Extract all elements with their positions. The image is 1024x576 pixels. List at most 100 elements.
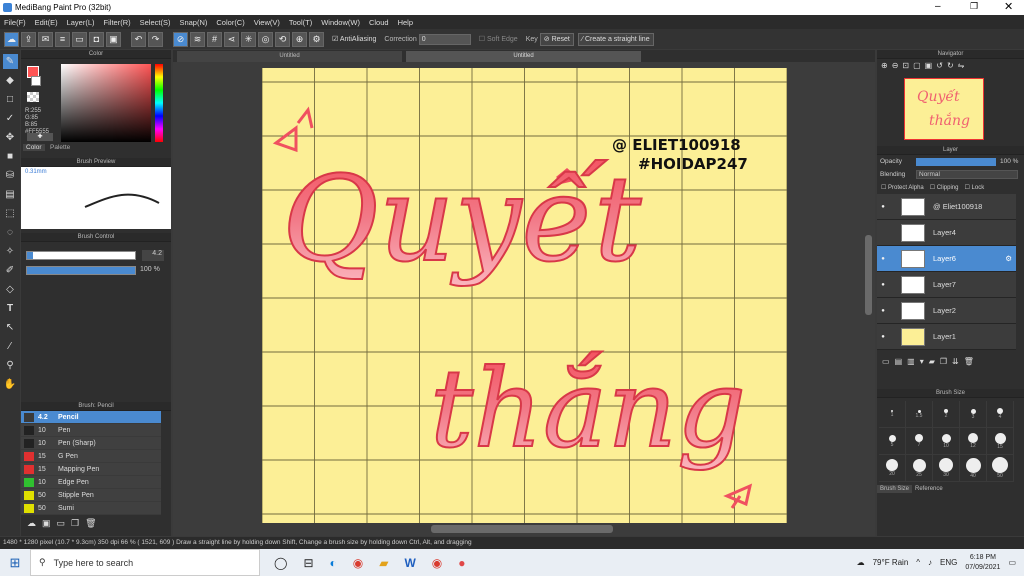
copy-brush-icon[interactable]: ❐ bbox=[71, 518, 79, 528]
antialias-checkbox[interactable]: ☑ AntiAliasing bbox=[332, 35, 376, 43]
fill-icon[interactable]: ◘ bbox=[89, 31, 104, 47]
medibang-icon[interactable]: ● bbox=[458, 556, 465, 570]
layer-visibility-icon[interactable]: ● bbox=[877, 204, 889, 210]
new-halftone-layer-icon[interactable]: ▤ bbox=[895, 357, 903, 367]
brush-size-option[interactable]: 1 bbox=[879, 401, 906, 428]
edge-browser-icon[interactable]: ◐ bbox=[330, 556, 337, 570]
menu-item-6[interactable]: Color(C) bbox=[216, 18, 244, 27]
soft-edge-checkbox[interactable]: ☐ Soft Edge bbox=[479, 35, 518, 43]
brush-tool-icon[interactable]: ✎ bbox=[2, 54, 18, 69]
duplicate-layer-icon[interactable]: ❐ bbox=[940, 357, 947, 367]
layer-row[interactable]: ● Layer7 bbox=[877, 272, 1016, 298]
canvas-icon[interactable]: ▣ bbox=[106, 31, 121, 47]
hand-tool-icon[interactable]: ✋ bbox=[3, 377, 18, 392]
new-layer-icon[interactable]: ▭ bbox=[882, 357, 890, 367]
background-color-swatch[interactable] bbox=[31, 76, 41, 86]
lock-checkbox[interactable]: ☐ Lock bbox=[964, 184, 984, 191]
delete-layer-icon[interactable]: 🗑 bbox=[964, 357, 974, 367]
color-add-icon[interactable]: ✚ bbox=[27, 133, 53, 141]
curve-snap-icon[interactable]: ⟲ bbox=[275, 31, 290, 47]
circle-snap-icon[interactable]: ◎ bbox=[258, 31, 273, 47]
lang-indicator[interactable]: ENG bbox=[940, 558, 957, 567]
fit-icon[interactable]: ⊡ bbox=[902, 61, 909, 71]
brush-size-option[interactable]: 50 bbox=[987, 455, 1014, 482]
menu-item-4[interactable]: Select(S) bbox=[140, 18, 171, 27]
close-icon[interactable]: ✕ bbox=[1004, 0, 1013, 13]
magic-wand-tool-icon[interactable]: ✧ bbox=[3, 244, 18, 259]
brush-item[interactable]: 15 Mapping Pen bbox=[21, 463, 161, 476]
menu-item-8[interactable]: Tool(T) bbox=[289, 18, 312, 27]
bucket-tool-icon[interactable]: ⛁ bbox=[3, 168, 18, 183]
task-view-icon[interactable]: ◯ bbox=[274, 556, 287, 570]
flip-icon[interactable]: ⇋ bbox=[958, 61, 965, 71]
layer-visibility-icon[interactable]: ● bbox=[877, 334, 889, 340]
brush-item[interactable]: 4.2 Pencil bbox=[21, 411, 161, 424]
transparent-swatch[interactable] bbox=[27, 92, 39, 102]
minimize-icon[interactable]: – bbox=[935, 1, 941, 12]
text-tool-icon[interactable]: T bbox=[3, 301, 18, 316]
brush-size-slider[interactable] bbox=[26, 251, 136, 260]
redo-icon[interactable]: ↷ bbox=[148, 31, 163, 47]
layer-row[interactable]: Layer4 bbox=[877, 220, 1016, 246]
select-tool-icon[interactable]: ⬚ bbox=[3, 206, 18, 221]
fullscreen-icon[interactable]: ▣ bbox=[925, 61, 933, 71]
brush-item[interactable]: 10 Edge Pen bbox=[21, 476, 161, 489]
vertical-scrollbar[interactable] bbox=[865, 235, 872, 315]
operation-tool-icon[interactable]: ↖ bbox=[3, 320, 18, 335]
settings-icon[interactable]: ⚙ bbox=[309, 31, 324, 47]
brush-size-value[interactable]: 4.2 bbox=[142, 250, 164, 261]
layer-row[interactable]: ● Layer6 ⚙ bbox=[877, 246, 1016, 272]
brush-size-option[interactable]: 4 bbox=[987, 401, 1014, 428]
brush-settings-icon[interactable]: ▭ bbox=[57, 518, 66, 528]
menu-item-0[interactable]: File(F) bbox=[4, 18, 26, 27]
tab-palette[interactable]: Palette bbox=[47, 144, 73, 151]
straight-line-button[interactable]: ⁄ Create a straight line bbox=[577, 32, 654, 46]
lasso-tool-icon[interactable]: ◌ bbox=[3, 225, 18, 240]
layer-visibility-icon[interactable]: ● bbox=[877, 282, 889, 288]
rotate-right-icon[interactable]: ↻ bbox=[947, 61, 954, 71]
hue-slider[interactable] bbox=[155, 64, 163, 142]
brush-size-option[interactable]: 7 bbox=[906, 428, 933, 455]
list-icon[interactable]: ≡ bbox=[55, 31, 70, 47]
fill-rect-tool-icon[interactable]: ■ bbox=[3, 149, 18, 164]
brush-size-option[interactable]: 15 bbox=[987, 428, 1014, 455]
rectangle-tool-icon[interactable]: □ bbox=[3, 92, 18, 107]
brush-size-option[interactable]: 12 bbox=[960, 428, 987, 455]
layer-visibility-icon[interactable]: ● bbox=[877, 308, 889, 314]
brush-folder-icon[interactable]: ▣ bbox=[42, 518, 51, 528]
brush-item[interactable]: 10 Pen bbox=[21, 424, 161, 437]
brush-size-option[interactable]: 10 bbox=[933, 428, 960, 455]
menu-item-5[interactable]: Snap(N) bbox=[179, 18, 207, 27]
correction-select[interactable]: 0 bbox=[418, 33, 471, 45]
zoom-out-icon[interactable]: ⊖ bbox=[892, 61, 899, 71]
rotate-left-icon[interactable]: ↺ bbox=[936, 61, 943, 71]
layer-folder-icon[interactable]: ▰ bbox=[929, 357, 935, 367]
menu-item-3[interactable]: Filter(R) bbox=[104, 18, 131, 27]
tray-chevron-icon[interactable]: ^ bbox=[916, 558, 920, 567]
layer-row[interactable]: ● Layer1 bbox=[877, 324, 1016, 350]
widgets-icon[interactable]: ⊟ bbox=[303, 556, 313, 570]
new-1bit-layer-icon[interactable]: ▥ bbox=[907, 357, 915, 367]
brush-size-option[interactable]: 30 bbox=[933, 455, 960, 482]
brush-size-option[interactable]: 20 bbox=[879, 455, 906, 482]
snap-off-icon[interactable]: ⊘ bbox=[173, 31, 188, 47]
brush-opacity-slider[interactable] bbox=[26, 266, 136, 275]
divide-tool-icon[interactable]: ⁄ bbox=[3, 339, 18, 354]
add-brush-icon[interactable]: ☁ bbox=[27, 518, 36, 528]
brush-size-option[interactable]: 5 bbox=[879, 428, 906, 455]
protect-alpha-checkbox[interactable]: ☐ Protect Alpha bbox=[881, 184, 924, 191]
menu-item-11[interactable]: Help bbox=[398, 18, 413, 27]
tab-reference[interactable]: Reference bbox=[912, 485, 946, 493]
undo-icon[interactable]: ↶ bbox=[131, 31, 146, 47]
layer-visibility-icon[interactable]: ● bbox=[877, 256, 889, 262]
select-eraser-tool-icon[interactable]: ◇ bbox=[3, 282, 18, 297]
brush-size-option[interactable]: 25 bbox=[906, 455, 933, 482]
word-icon[interactable]: W bbox=[404, 556, 415, 570]
eyedropper-tool-icon[interactable]: ⚲ bbox=[3, 358, 18, 373]
navigator-thumbnail[interactable]: Quyết thắng bbox=[904, 78, 984, 140]
file-explorer-icon[interactable]: ▰ bbox=[379, 556, 388, 570]
drawing-canvas[interactable]: Quyết thắng @ ELIET100918 #HOIDAP247 bbox=[262, 68, 787, 523]
horizontal-scrollbar[interactable] bbox=[431, 525, 613, 533]
saturation-value-picker[interactable] bbox=[61, 64, 151, 142]
actual-size-icon[interactable]: ▢ bbox=[913, 61, 921, 71]
